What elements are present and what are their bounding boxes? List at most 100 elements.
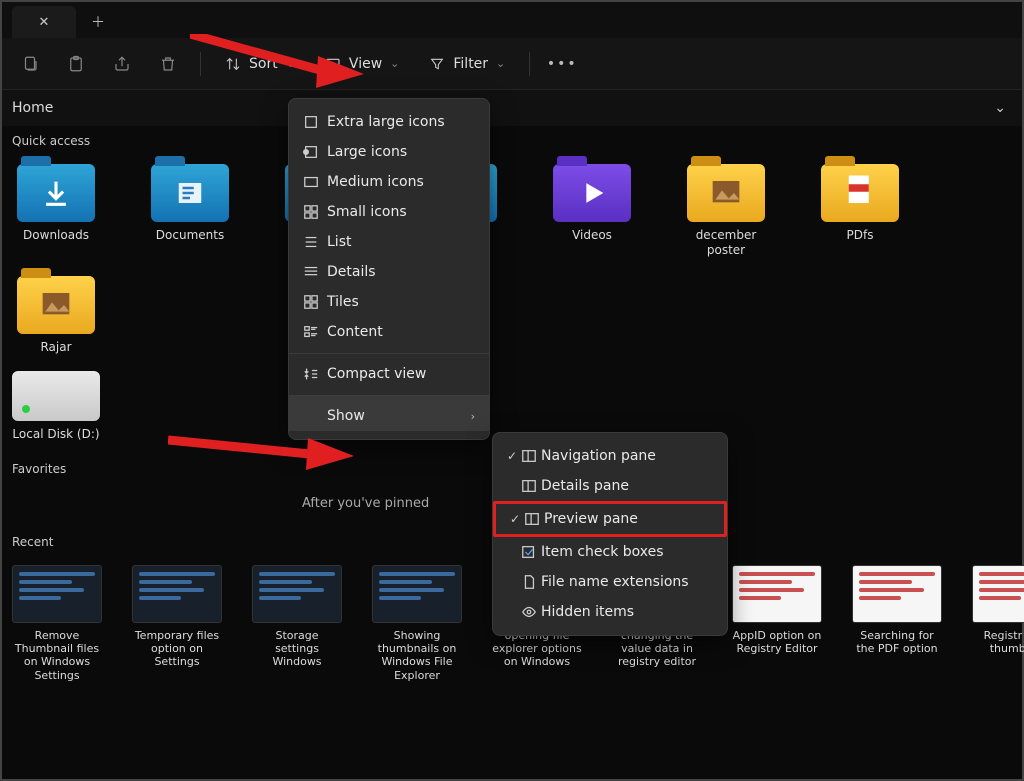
submenu-item-icon xyxy=(521,478,537,494)
quick-access-label: Quick access xyxy=(2,126,1022,156)
delete-icon[interactable] xyxy=(154,50,182,78)
menu-item-icon xyxy=(303,294,319,310)
recent-item[interactable]: Registr adre thumb PD xyxy=(972,565,1024,682)
recent-item[interactable]: Temporary files option on Settings xyxy=(132,565,222,682)
menu-item-label: Tiles xyxy=(327,294,359,310)
chevron-down-icon[interactable]: ⌄ xyxy=(994,100,1006,116)
folder-item[interactable]: Documents xyxy=(146,164,234,258)
recent-thumbnail xyxy=(732,565,822,623)
view-menu: Extra large icons Large icons Medium ico… xyxy=(288,98,490,440)
filter-label: Filter xyxy=(453,56,488,72)
view-menu-item[interactable]: Large icons xyxy=(289,137,489,167)
folder-label: Rajar xyxy=(40,340,71,355)
submenu-item-icon xyxy=(521,604,537,620)
recent-item[interactable]: Searching for the PDF option xyxy=(852,565,942,682)
annotation-arrow-2 xyxy=(168,432,354,472)
drive-icon xyxy=(12,371,100,421)
submenu-item-label: Item check boxes xyxy=(541,544,664,560)
recent-label: Searching for the PDF option xyxy=(852,629,942,655)
quick-access-grid: Downloads Documents Pi Desktop Videos de… xyxy=(2,156,1022,367)
folder-item[interactable]: Videos xyxy=(548,164,636,258)
menu-item-label: Details xyxy=(327,264,376,280)
menu-item-icon xyxy=(303,234,319,250)
folder-item[interactable]: december poster xyxy=(682,164,770,258)
submenu-item-icon xyxy=(524,511,540,527)
menu-item-label: Compact view xyxy=(327,366,426,382)
folder-label: december poster xyxy=(682,228,770,258)
submenu-item-label: Navigation pane xyxy=(541,448,656,464)
submenu-item-icon xyxy=(521,544,537,560)
home-label: Home xyxy=(12,100,53,116)
submenu-item-label: Preview pane xyxy=(544,511,638,527)
menu-item-icon xyxy=(303,324,319,340)
recent-label: AppID option on Registry Editor xyxy=(732,629,822,655)
folder-label: Videos xyxy=(572,228,612,243)
titlebar: ✕ ＋ xyxy=(2,2,1022,38)
recent-item[interactable]: Remove Thumbnail files on Windows Settin… xyxy=(12,565,102,682)
share-icon[interactable] xyxy=(108,50,136,78)
filter-icon xyxy=(429,56,445,72)
copy-icon[interactable] xyxy=(16,50,44,78)
show-submenu-item[interactable]: ✓ Preview pane xyxy=(493,501,727,537)
menu-item-label: List xyxy=(327,234,351,250)
show-submenu-item[interactable]: Item check boxes xyxy=(493,537,727,567)
menu-item-label: Show xyxy=(327,408,365,424)
paste-icon[interactable] xyxy=(62,50,90,78)
view-menu-item[interactable]: Medium icons xyxy=(289,167,489,197)
recent-label: Temporary files option on Settings xyxy=(132,629,222,669)
view-menu-item[interactable]: Content xyxy=(289,317,489,347)
view-menu-item[interactable]: Tiles xyxy=(289,287,489,317)
recent-item[interactable]: Storage settings Windows xyxy=(252,565,342,682)
show-submenu-item[interactable]: Details pane xyxy=(493,471,727,501)
show-submenu-item[interactable]: Hidden items xyxy=(493,597,727,627)
folder-item[interactable]: Rajar xyxy=(12,276,100,355)
recent-item[interactable]: AppID option on Registry Editor xyxy=(732,565,822,682)
folder-icon xyxy=(553,164,631,222)
folder-item[interactable]: PDfs xyxy=(816,164,904,258)
recent-thumbnail xyxy=(972,565,1024,623)
menu-item-icon xyxy=(303,204,319,220)
menu-item-label: Small icons xyxy=(327,204,407,220)
show-submenu-item[interactable]: File name extensions xyxy=(493,567,727,597)
tab[interactable]: ✕ xyxy=(12,6,76,38)
new-tab-button[interactable]: ＋ xyxy=(82,6,114,38)
recent-label: Showing thumbnails on Windows File Explo… xyxy=(372,629,462,682)
menu-item-label: Content xyxy=(327,324,383,340)
check-icon: ✓ xyxy=(507,449,517,463)
recent-label: Storage settings Windows xyxy=(252,629,342,669)
menu-item-icon xyxy=(303,174,319,190)
folder-item[interactable]: Downloads xyxy=(12,164,100,258)
show-submenu: ✓ Navigation pane Details pane✓ Preview … xyxy=(492,432,728,636)
filter-button[interactable]: Filter ⌄ xyxy=(423,52,511,76)
compact-icon xyxy=(303,366,319,382)
close-icon[interactable]: ✕ xyxy=(39,15,50,30)
recent-thumbnail xyxy=(12,565,102,623)
annotation-arrow-1 xyxy=(190,34,364,94)
show-submenu-item[interactable]: ✓ Navigation pane xyxy=(493,441,727,471)
view-menu-item[interactable]: List xyxy=(289,227,489,257)
folder-icon xyxy=(821,164,899,222)
drive-item[interactable]: Local Disk (D:) xyxy=(12,371,100,442)
folder-label: Downloads xyxy=(23,228,89,243)
view-menu-show[interactable]: Show › xyxy=(289,395,489,431)
toolbar: Sort ⌄ View ⌄ Filter ⌄ ••• xyxy=(2,38,1022,90)
check-icon: ✓ xyxy=(510,512,520,526)
chevron-right-icon: › xyxy=(471,410,475,423)
recent-thumbnail xyxy=(252,565,342,623)
view-menu-item[interactable]: Small icons xyxy=(289,197,489,227)
more-icon[interactable]: ••• xyxy=(548,50,576,78)
recent-thumbnail xyxy=(852,565,942,623)
folder-label: PDfs xyxy=(847,228,874,243)
chevron-down-icon: ⌄ xyxy=(496,57,505,70)
recent-thumbnail xyxy=(372,565,462,623)
view-menu-compact[interactable]: Compact view xyxy=(289,353,489,389)
home-header[interactable]: Home ⌄ xyxy=(2,90,1022,126)
menu-item-icon xyxy=(303,264,319,280)
recent-thumbnail xyxy=(132,565,222,623)
view-menu-item[interactable]: Extra large icons xyxy=(289,107,489,137)
submenu-item-icon xyxy=(521,448,537,464)
view-menu-item[interactable]: Details xyxy=(289,257,489,287)
recent-item[interactable]: Showing thumbnails on Windows File Explo… xyxy=(372,565,462,682)
drive-label: Local Disk (D:) xyxy=(12,427,99,442)
folder-icon xyxy=(687,164,765,222)
